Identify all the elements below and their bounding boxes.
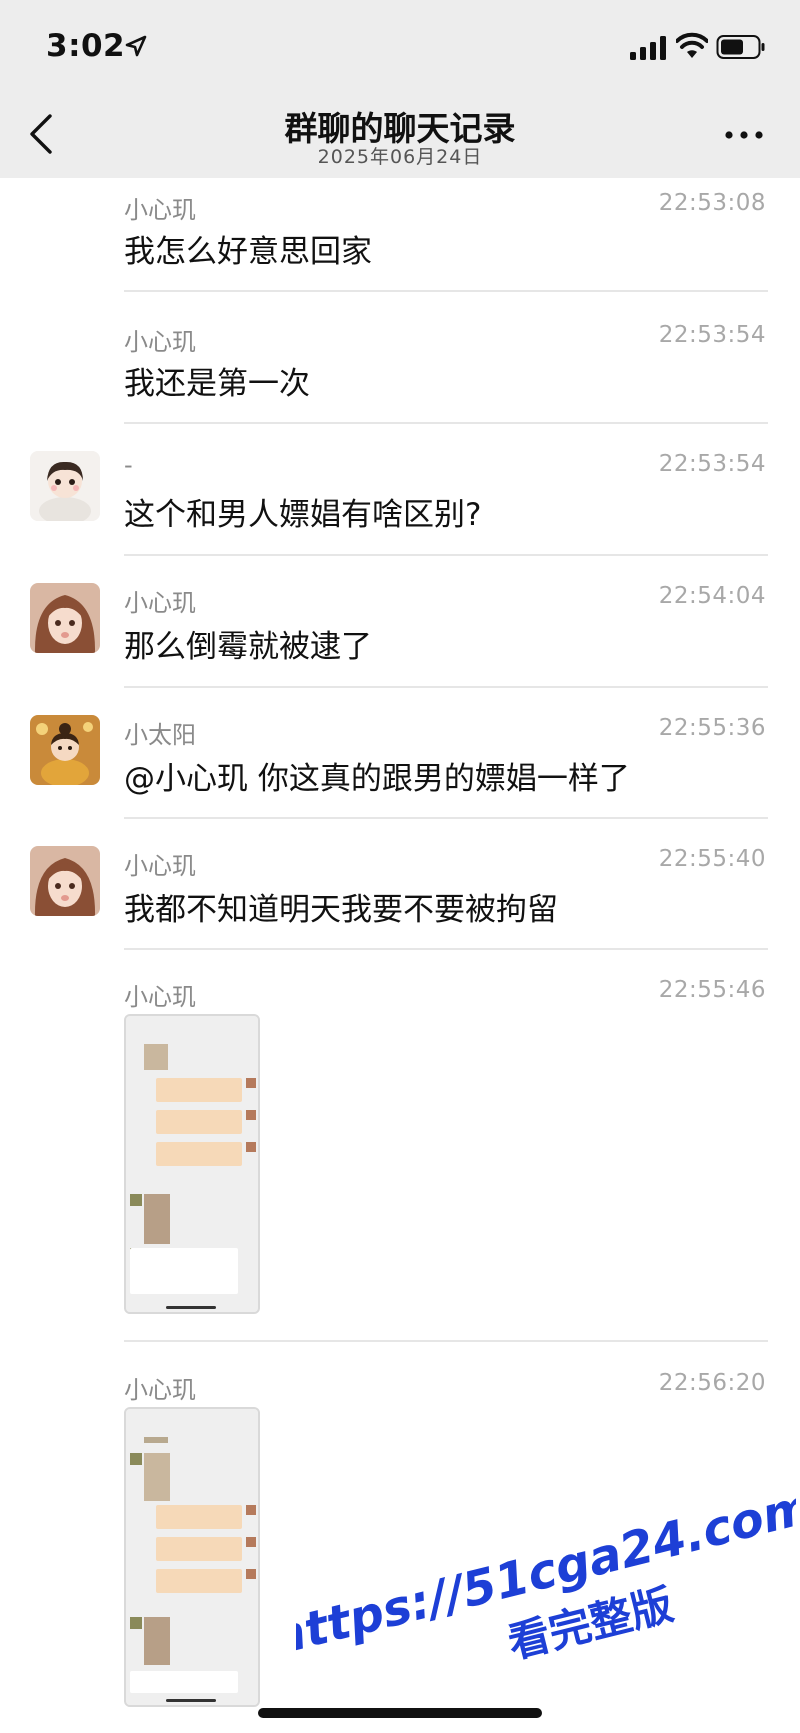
- divider: [124, 817, 768, 819]
- sender-name: 小太阳: [124, 721, 196, 749]
- sender-name: -: [124, 451, 133, 479]
- sender-name: 小心玑: [124, 983, 196, 1011]
- sender-name: 小心玑: [124, 328, 196, 356]
- message-time: 22:55:40: [658, 846, 766, 872]
- message-time: 22:53:54: [658, 322, 766, 348]
- more-options-icon[interactable]: [724, 128, 764, 142]
- cartoon-girl-avatar-icon: [30, 451, 100, 521]
- message-text: @小心玑 你这真的跟男的嫖娼一样了: [124, 761, 630, 797]
- divider: [124, 422, 768, 424]
- chat-screenshot-thumbnail-icon: [126, 1409, 258, 1705]
- home-indicator[interactable]: [258, 1708, 542, 1718]
- divider: [124, 554, 768, 556]
- message-text: 这个和男人嫖娼有啥区别?: [124, 497, 482, 533]
- sunflower-child-avatar-icon: [30, 715, 100, 785]
- avatar[interactable]: [30, 451, 100, 521]
- message-text: 我都不知道明天我要不要被拘留: [124, 892, 558, 928]
- avatar[interactable]: [30, 846, 100, 916]
- divider: [124, 290, 768, 292]
- divider: [124, 1340, 768, 1342]
- image-attachment[interactable]: [124, 1407, 260, 1707]
- sender-name: 小心玑: [124, 1376, 196, 1404]
- divider: [124, 948, 768, 950]
- cellular-signal-icon: [630, 36, 666, 60]
- watermark: https://51cga24.com 看完整版: [296, 1480, 796, 1668]
- anime-girl-avatar-icon: [30, 846, 100, 916]
- divider: [124, 686, 768, 688]
- location-arrow-icon: [125, 35, 147, 57]
- sender-name: 小心玑: [124, 589, 196, 617]
- message-text: 我怎么好意思回家: [124, 234, 372, 270]
- message-time: 22:53:54: [658, 451, 766, 477]
- sender-name: 小心玑: [124, 196, 196, 224]
- top-bar: 3:02 群聊的聊天记录 2025年06月24日: [0, 0, 800, 178]
- message-time: 22:56:20: [658, 1370, 766, 1396]
- page-subtitle-date: 2025年06月24日: [317, 146, 483, 168]
- message-time: 22:54:04: [658, 583, 766, 609]
- sender-name: 小心玑: [124, 852, 196, 880]
- chat-screenshot-thumbnail-icon: [126, 1016, 258, 1312]
- message-text: 我还是第一次: [124, 366, 310, 402]
- message-time: 22:53:08: [658, 190, 766, 216]
- avatar[interactable]: [30, 583, 100, 653]
- wifi-icon: [676, 32, 708, 58]
- message-text: 那么倒霉就被逮了: [124, 629, 372, 665]
- battery-icon: [716, 35, 765, 59]
- message-time: 22:55:46: [658, 977, 766, 1003]
- status-time: 3:02: [46, 28, 126, 64]
- avatar[interactable]: [30, 715, 100, 785]
- image-attachment[interactable]: [124, 1014, 260, 1314]
- message-time: 22:55:36: [658, 715, 766, 741]
- anime-girl-avatar-icon: [30, 583, 100, 653]
